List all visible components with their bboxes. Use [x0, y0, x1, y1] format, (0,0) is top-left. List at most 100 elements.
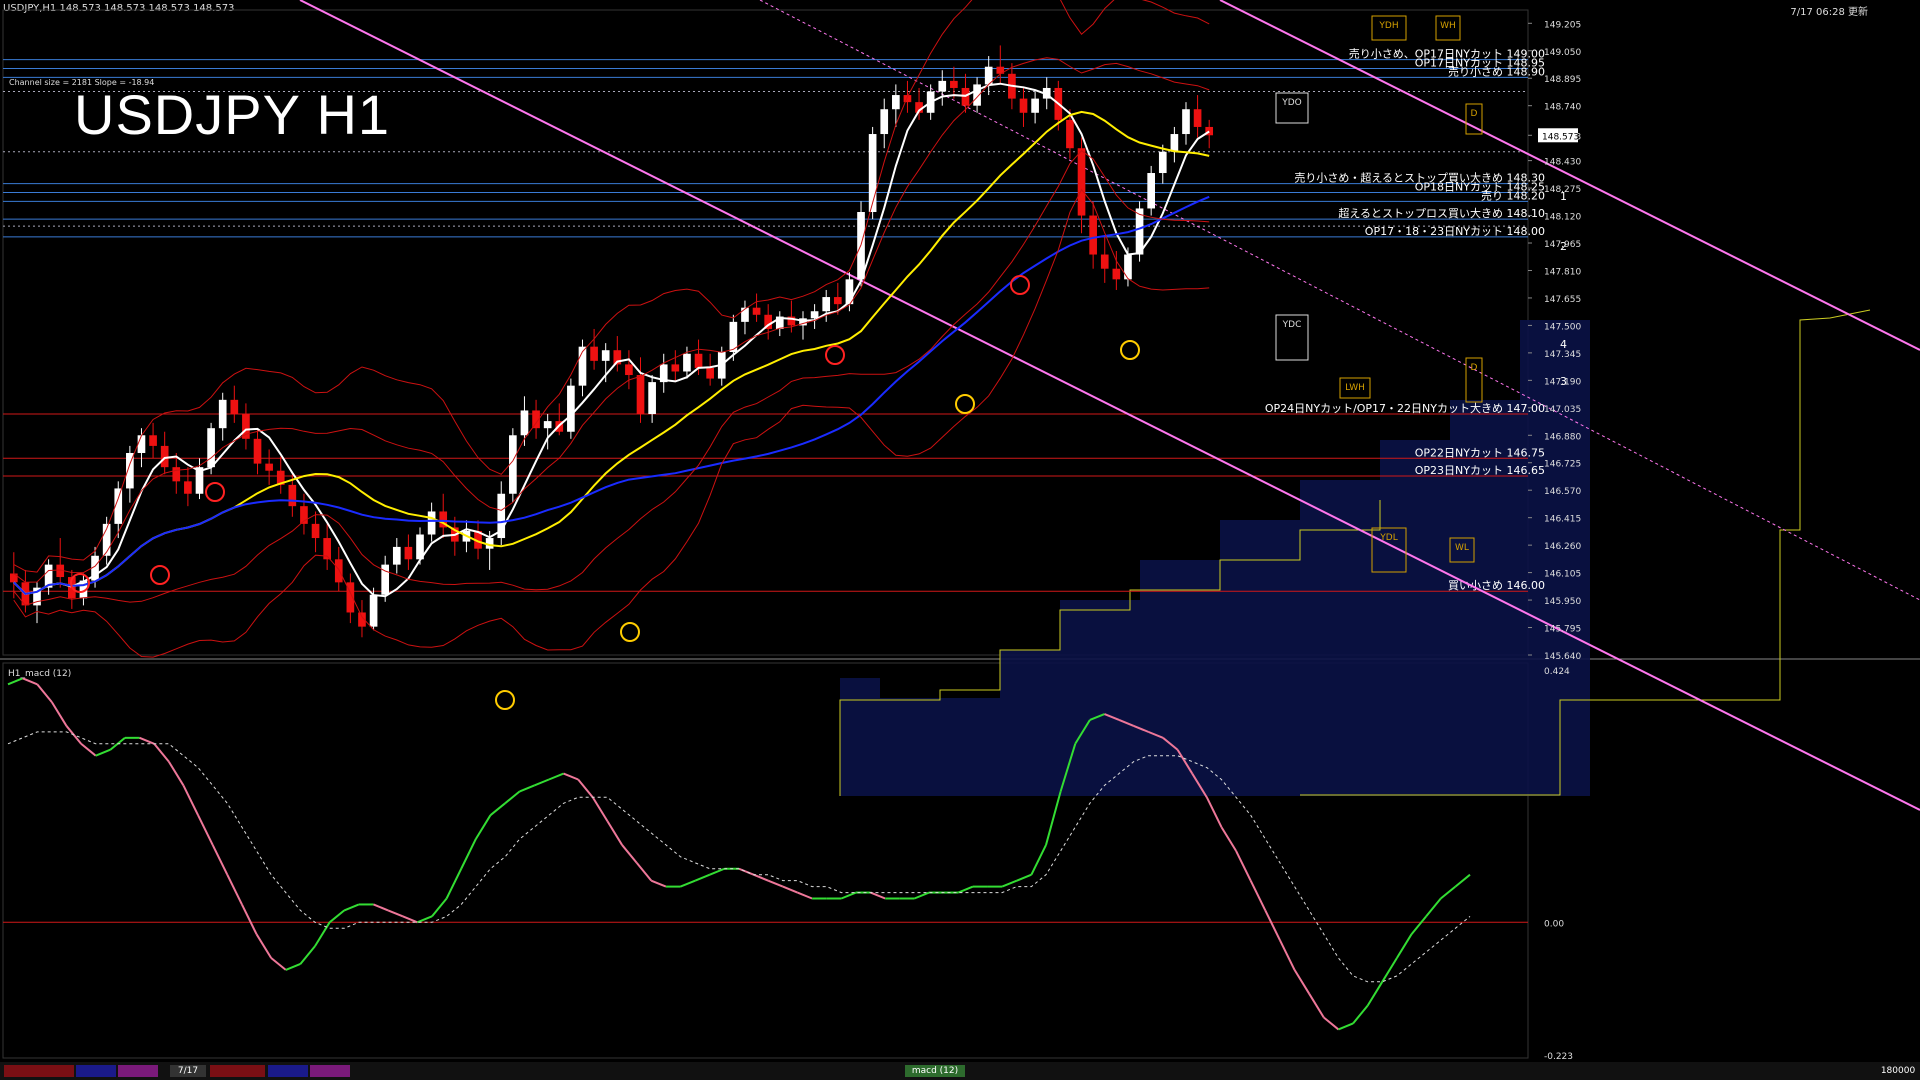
- price-tick-label: 148.740: [1544, 103, 1581, 113]
- price-tick-label: 146.260: [1544, 542, 1581, 552]
- price-chart[interactable]: 売り小さめ、OP17日NYカット 149.00OP17日NYカット 148.95…: [0, 0, 1920, 1080]
- macd-segment: [416, 915, 433, 924]
- candle-body: [1170, 134, 1179, 152]
- candle-body: [160, 445, 169, 468]
- macd-segment: [782, 885, 798, 894]
- level-label: 売り小さめ 148.90: [1448, 65, 1545, 78]
- tab-right: 180000: [1878, 1065, 1918, 1077]
- level-label: 超えるとストップロス買い大きめ 148.10: [1338, 206, 1545, 220]
- macd-segment: [36, 683, 53, 703]
- candle-body: [880, 109, 889, 135]
- macd-segment: [1352, 1004, 1369, 1025]
- ichimoku-cloud: [840, 320, 1590, 796]
- candle-body: [149, 435, 157, 446]
- macd-segment: [1366, 981, 1384, 1007]
- candle-body: [822, 297, 831, 312]
- macd-segment: [870, 891, 886, 900]
- bollinger-band: [13, 188, 1210, 658]
- candle-body: [392, 546, 401, 565]
- price-tick-label: 147.035: [1544, 405, 1581, 415]
- macd-segment: [1001, 879, 1018, 888]
- color-strip-6: [310, 1065, 350, 1077]
- fractal-marker: [620, 622, 640, 642]
- macd-segment: [591, 796, 609, 822]
- candle-body: [520, 410, 529, 436]
- macd-segment: [211, 844, 229, 876]
- macd-segment: [548, 772, 564, 781]
- candle-body: [543, 421, 552, 429]
- price-tick-label: 146.105: [1544, 570, 1581, 580]
- ma-slow-line: [13, 195, 1210, 595]
- price-tick-label: 146.725: [1544, 460, 1581, 470]
- macd-segment: [1308, 993, 1325, 1019]
- marker-wh-label: WH: [1440, 21, 1456, 31]
- price-tick-label: 147.965: [1544, 240, 1581, 250]
- macd-segment: [431, 897, 448, 917]
- candle-body: [1066, 119, 1074, 149]
- macd-segment: [255, 933, 273, 959]
- current-price-label: 148.573: [1542, 132, 1579, 142]
- candle-body: [833, 297, 842, 305]
- candle-body: [671, 364, 680, 372]
- macd-segment: [489, 802, 506, 816]
- macd-segment: [402, 915, 418, 924]
- fractal-marker: [205, 482, 225, 502]
- macd-segment: [840, 891, 857, 900]
- macd-title: H1_macd (12): [8, 669, 71, 679]
- candle-body: [1124, 254, 1132, 280]
- macd-segment: [767, 879, 784, 888]
- macd-segment: [1030, 844, 1047, 876]
- candle-body: [1077, 148, 1086, 216]
- candle-body: [172, 467, 181, 482]
- macd-segment: [1235, 850, 1252, 882]
- candle-body: [636, 375, 645, 415]
- candle-body: [404, 546, 413, 560]
- marker-ydc-label: YDC: [1282, 320, 1302, 330]
- level-label: OP23日NYカット 146.65: [1415, 464, 1545, 477]
- candle-body: [648, 382, 656, 415]
- marker-lwh-label: LWH: [1345, 383, 1365, 393]
- macd-segment: [635, 862, 653, 882]
- macd-segment: [460, 838, 477, 870]
- macd-segment: [197, 814, 214, 846]
- marker-ydo-label: YDO: [1281, 98, 1302, 108]
- macd-segment: [241, 904, 258, 935]
- price-tick-label: 146.570: [1544, 487, 1581, 497]
- candle-body: [868, 134, 877, 213]
- price-tick-label: 147.655: [1544, 295, 1581, 305]
- color-strip-3: [118, 1065, 158, 1077]
- candle-body: [892, 95, 900, 110]
- macd-segment: [270, 957, 287, 971]
- marker-d_bot-label: D: [1471, 363, 1478, 373]
- marker-ydl-label: YDL: [1379, 533, 1397, 543]
- macd-segment: [606, 820, 623, 846]
- macd-segment: [519, 784, 535, 793]
- macd-segment: [1410, 915, 1427, 935]
- macd-segment: [621, 844, 638, 864]
- color-strip-5: [268, 1065, 308, 1077]
- candle-body: [950, 80, 958, 88]
- candle-body: [1112, 268, 1121, 280]
- level-label: OP24日NYカット/OP17・22日NYカット大きめ 147.00: [1265, 401, 1545, 415]
- macd-segment: [797, 891, 813, 900]
- tab-indicator[interactable]: macd (12): [905, 1065, 965, 1077]
- candle-body: [1089, 215, 1097, 255]
- fractal-marker: [495, 690, 515, 710]
- price-tick-label: 147.810: [1544, 267, 1581, 277]
- fractal-marker: [955, 394, 975, 414]
- candle-body: [1031, 98, 1039, 113]
- macd-segment: [957, 885, 974, 894]
- candle-body: [1193, 109, 1202, 127]
- candle-body: [334, 559, 343, 583]
- tab-date[interactable]: 7/17: [170, 1065, 206, 1077]
- price-tick-label: 148.430: [1544, 158, 1581, 168]
- price-tick-label: 147.345: [1544, 350, 1581, 360]
- candle-body: [961, 87, 970, 106]
- macd-segment: [563, 772, 579, 781]
- fractal-marker: [825, 345, 845, 365]
- macd-segment: [445, 868, 463, 899]
- price-tick-label: 148.120: [1544, 213, 1581, 223]
- candle-body: [184, 481, 192, 494]
- candle-body: [973, 84, 981, 106]
- macd-segment: [51, 701, 68, 727]
